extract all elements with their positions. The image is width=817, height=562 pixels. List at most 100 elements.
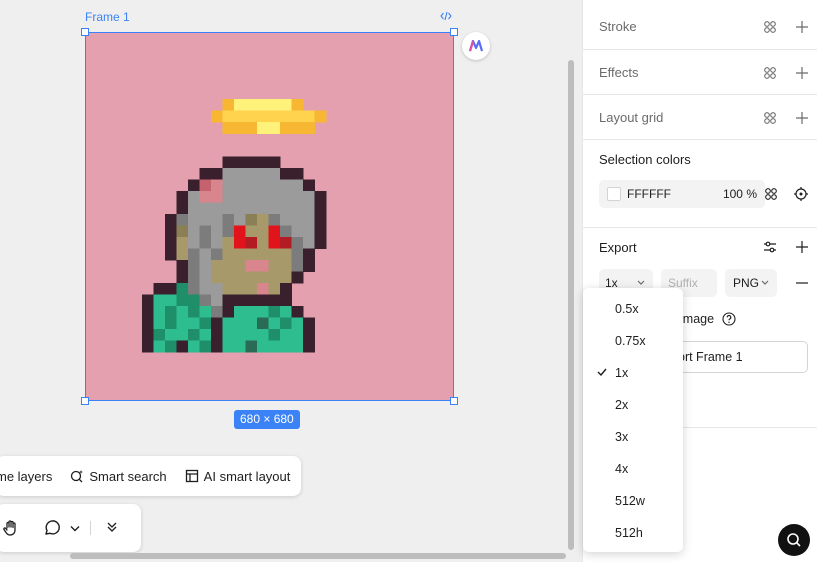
pixel: [211, 110, 223, 123]
rename-layers-button[interactable]: me layers: [0, 456, 52, 496]
style-grid-icon[interactable]: [763, 111, 777, 125]
pixel: [199, 317, 212, 330]
pixel: [234, 99, 246, 111]
pixel: [257, 110, 269, 123]
export-settings-icon[interactable]: [763, 240, 777, 254]
pixel: [234, 306, 246, 318]
scale-option[interactable]: 3x: [583, 421, 683, 453]
pixel: [211, 179, 223, 192]
ai-toolbar: me layers Smart search AI smart layout: [0, 456, 301, 496]
frame-label[interactable]: Frame 1: [85, 10, 130, 24]
pixel: [199, 202, 212, 215]
ai-smart-layout-button[interactable]: AI smart layout: [185, 456, 290, 496]
pixel: [291, 122, 304, 134]
comment-icon[interactable]: [43, 519, 61, 537]
pixel: [291, 237, 304, 249]
pixel: [268, 271, 281, 284]
pixel: [176, 214, 189, 226]
smart-search-button[interactable]: Smart search: [70, 456, 167, 496]
pixel-art-image: [86, 33, 453, 400]
pixel: [257, 283, 269, 295]
resize-handle-top-right[interactable]: [450, 28, 458, 36]
pixel: [153, 340, 166, 353]
export-frame-button[interactable]: ort Frame 1: [663, 341, 808, 373]
scale-option[interactable]: 4x: [583, 453, 683, 485]
pixel: [165, 237, 177, 249]
pixel: [188, 260, 200, 272]
style-grid-icon[interactable]: [763, 66, 777, 80]
pixel: [234, 202, 246, 215]
pixel: [257, 317, 269, 330]
pixel: [199, 294, 212, 307]
horizontal-scrollbar[interactable]: [70, 553, 566, 559]
code-icon[interactable]: [440, 11, 452, 21]
pixel: [222, 306, 235, 318]
pixel: [176, 329, 189, 341]
frame-1[interactable]: [85, 32, 454, 401]
export-title: Export: [599, 240, 637, 255]
scale-option[interactable]: 512h: [583, 517, 683, 549]
pixel: [199, 340, 212, 353]
search-button[interactable]: [778, 524, 810, 556]
pixel: [222, 283, 235, 295]
select-color-target-icon[interactable]: [794, 187, 808, 201]
pixel: [245, 317, 258, 330]
pixel: [280, 294, 292, 307]
pixel: [280, 179, 292, 192]
remove-export-icon[interactable]: [795, 276, 809, 290]
help-icon[interactable]: [722, 312, 736, 326]
vertical-scrollbar[interactable]: [568, 60, 574, 550]
pixel: [165, 306, 177, 318]
pixel: [199, 283, 212, 295]
export-format-select[interactable]: PNG: [725, 269, 777, 297]
pixel: [268, 168, 281, 180]
scale-option[interactable]: 0.75x: [583, 325, 683, 357]
add-layout-grid-icon[interactable]: [795, 111, 809, 125]
style-grid-icon[interactable]: [763, 20, 777, 34]
chevron-down-icon[interactable]: [70, 525, 80, 532]
scale-option-selected[interactable]: 1x: [583, 357, 683, 389]
hand-tool-icon[interactable]: [2, 519, 20, 537]
pixel: [314, 110, 327, 123]
export-scale-dropdown: 0.5x 0.75x 1x 2x 3x 4x 512w 512h: [583, 288, 683, 552]
color-hex-value[interactable]: FFFFFF: [627, 187, 671, 201]
pixel: [257, 179, 269, 192]
pixel: [245, 294, 258, 307]
pixel: [176, 340, 189, 353]
color-opacity[interactable]: 100 %: [723, 187, 757, 201]
canvas[interactable]: Frame 1 680 × 680 me layers Smart search: [0, 0, 582, 562]
pixel: [222, 225, 235, 238]
scale-option[interactable]: 2x: [583, 389, 683, 421]
pixel: [188, 294, 200, 307]
pixel: [280, 225, 292, 238]
style-grid-icon[interactable]: [764, 187, 778, 201]
scale-option[interactable]: 512w: [583, 485, 683, 517]
pixel: [188, 306, 200, 318]
selection-color-row[interactable]: FFFFFF 100 %: [599, 180, 765, 208]
pixel: [245, 260, 258, 272]
ai-assistant-button[interactable]: [462, 32, 490, 60]
pixel: [280, 317, 292, 330]
pixel: [199, 260, 212, 272]
stroke-section: Stroke: [583, 0, 817, 50]
pixel: [268, 110, 281, 123]
pixel: [234, 237, 246, 249]
add-export-icon[interactable]: [795, 240, 809, 254]
collapse-icon[interactable]: [107, 521, 117, 533]
pixel: [268, 214, 281, 226]
resize-handle-top-left[interactable]: [81, 28, 89, 36]
scale-option[interactable]: 0.5x: [583, 293, 683, 325]
pixel: [142, 317, 154, 330]
color-swatch[interactable]: [607, 187, 621, 201]
pixel: [303, 317, 315, 330]
pixel: [268, 283, 281, 295]
add-stroke-icon[interactable]: [795, 20, 809, 34]
pixel: [303, 260, 315, 272]
layout-icon: [185, 469, 198, 483]
resize-handle-bottom-right[interactable]: [450, 397, 458, 405]
resize-handle-bottom-left[interactable]: [81, 397, 89, 405]
add-effect-icon[interactable]: [795, 66, 809, 80]
pixel: [234, 191, 246, 203]
pixel: [188, 202, 200, 215]
pixel: [280, 271, 292, 284]
